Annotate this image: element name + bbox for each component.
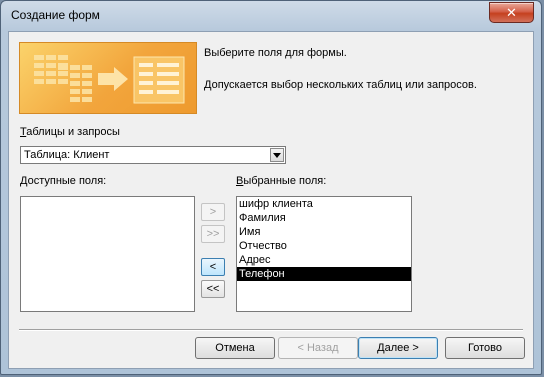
list-item[interactable]: Отчество xyxy=(237,239,411,253)
available-fields-list[interactable] xyxy=(20,196,195,312)
window-title: Создание форм xyxy=(11,8,100,22)
form-wizard-illustration-icon xyxy=(34,55,185,104)
close-button[interactable]: ✕ xyxy=(489,2,534,23)
add-all-fields-button[interactable]: >> xyxy=(201,225,225,243)
list-item[interactable]: Телефон xyxy=(237,267,411,281)
back-button[interactable]: < Назад xyxy=(278,337,358,359)
remove-all-fields-button[interactable]: << xyxy=(201,280,225,298)
selected-fields-list[interactable]: шифр клиента Фамилия Имя Отчество Адрес … xyxy=(236,196,412,312)
tables-queries-label: Таблицы и запросы xyxy=(20,126,120,138)
available-fields-label: Доступные поля: xyxy=(20,175,107,187)
finish-button[interactable]: Готово xyxy=(445,337,525,359)
close-icon: ✕ xyxy=(506,4,517,20)
remove-field-button[interactable]: < xyxy=(201,258,225,276)
intro-text-secondary: Допускается выбор нескольких таблиц или … xyxy=(204,79,477,91)
list-item[interactable]: шифр клиента xyxy=(237,197,411,211)
wizard-window: Создание форм ✕ Выберите поля для формы.… xyxy=(0,0,542,375)
cancel-button[interactable]: Отмена xyxy=(195,337,275,359)
selected-fields-label: Выбранные поля: xyxy=(236,175,327,187)
title-bar[interactable]: Создание форм ✕ xyxy=(1,1,541,31)
table-select-value: Таблица: Клиент xyxy=(24,149,110,161)
footer-separator xyxy=(19,329,523,331)
intro-text-primary: Выберите поля для формы. xyxy=(204,47,347,59)
dropdown-arrow-icon[interactable] xyxy=(270,148,284,162)
list-item[interactable]: Адрес xyxy=(237,253,411,267)
list-item[interactable]: Имя xyxy=(237,225,411,239)
wizard-banner-image xyxy=(19,42,197,114)
list-item[interactable]: Фамилия xyxy=(237,211,411,225)
add-field-button[interactable]: > xyxy=(201,203,225,221)
dialog-client-area: Выберите поля для формы. Допускается выб… xyxy=(8,31,534,369)
table-select[interactable]: Таблица: Клиент xyxy=(20,146,286,164)
next-button[interactable]: Далее > xyxy=(358,337,438,359)
